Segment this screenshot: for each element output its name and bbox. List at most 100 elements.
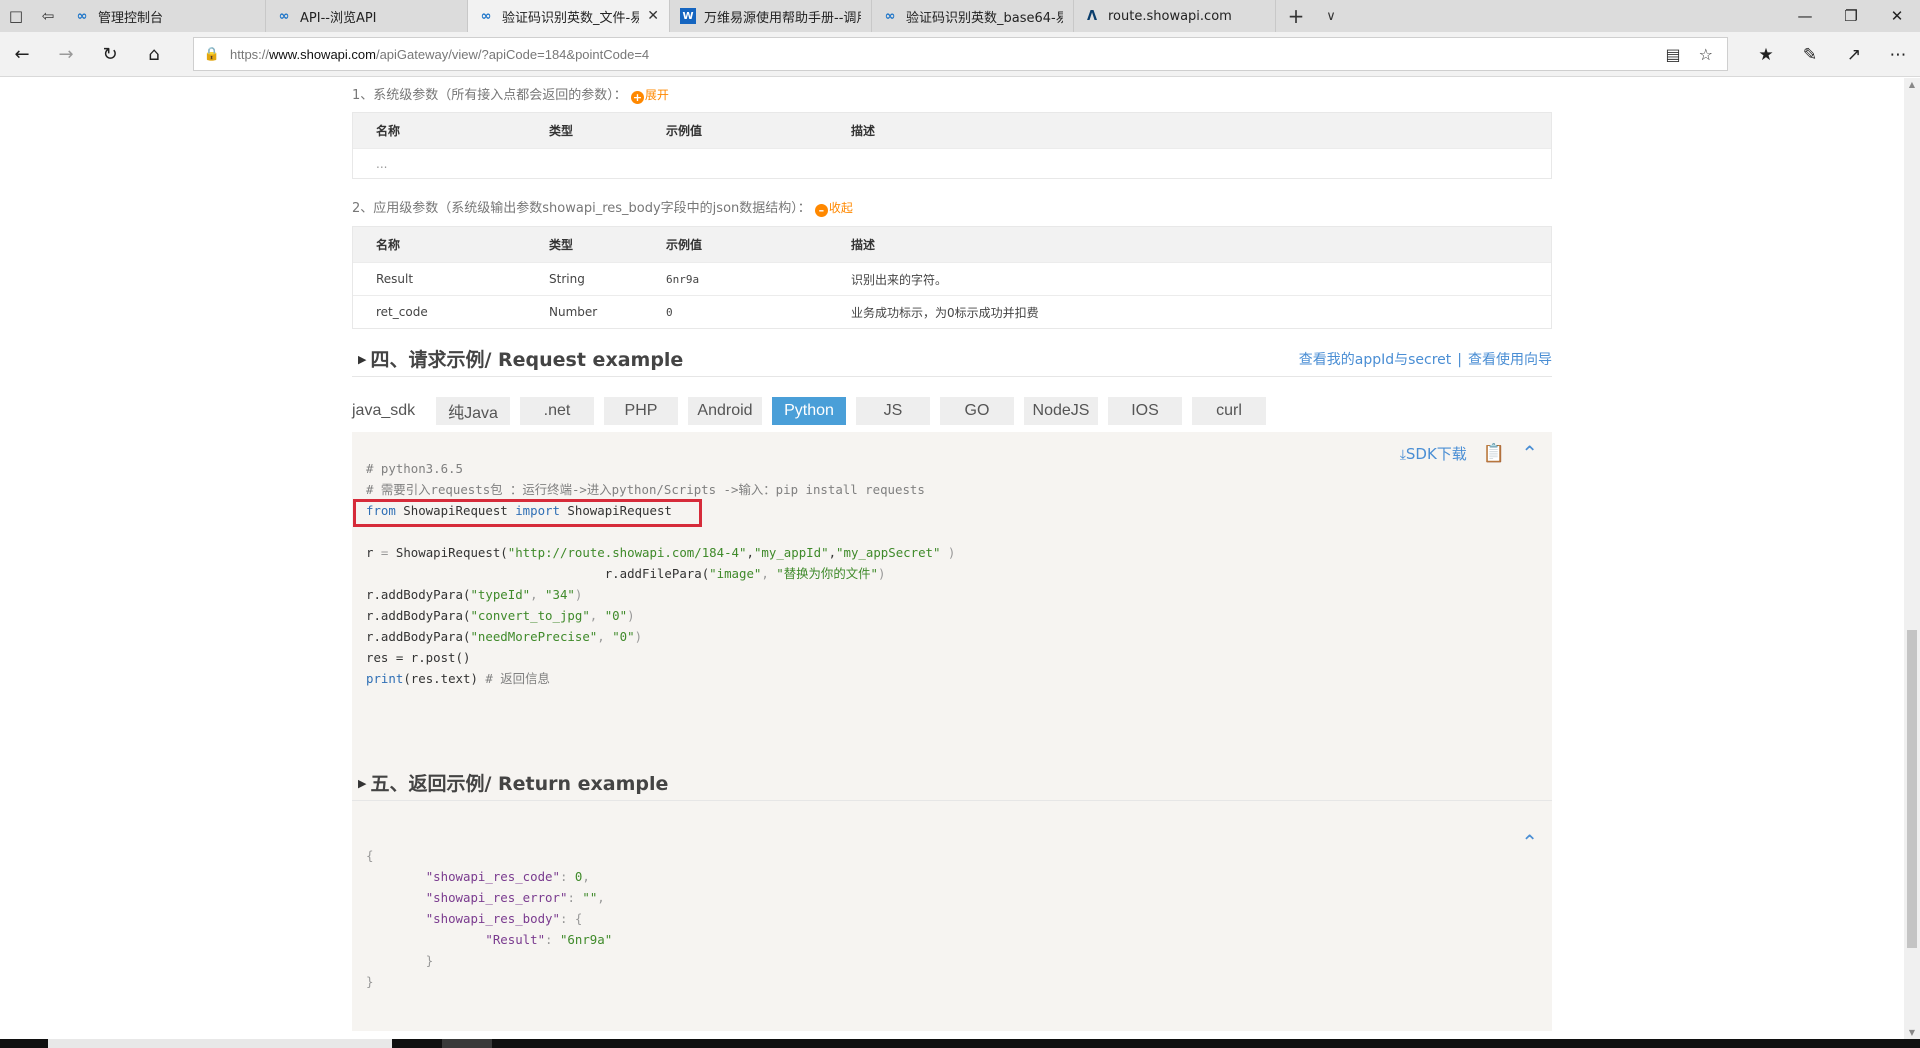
infinity-icon: ∞	[480, 8, 492, 24]
sdk-download-button[interactable]: ⤓SDK下载	[1400, 443, 1467, 464]
request-example-title[interactable]: ▶ 四、请求示例/ Request example	[358, 345, 683, 372]
python-code: # python3.6.5 # 需要引入requests包 ：运行终端->进入p…	[366, 461, 956, 686]
cell-name: ret_code	[376, 305, 428, 319]
infinity-icon: ∞	[76, 8, 88, 24]
json-key: "showapi_res_code"	[425, 869, 560, 884]
scroll-up-icon[interactable]: ▲	[1904, 80, 1920, 89]
header-desc: 描述	[851, 238, 876, 252]
favorite-star-icon[interactable]: ☆	[1699, 45, 1713, 64]
url-field[interactable]: 🔒 https://www.showapi.com/apiGateway/vie…	[193, 37, 1728, 71]
scroll-down-icon[interactable]: ▼	[1904, 1028, 1920, 1037]
browser-tab-title: API--浏览API	[300, 10, 377, 26]
refresh-icon[interactable]: ↻	[88, 32, 132, 77]
tab-java-sdk[interactable]: java_sdk	[352, 397, 426, 425]
scrollbar-thumb[interactable]	[1907, 630, 1917, 948]
code-comment: # 需要引入requests包 ：运行终端->进入python/Scripts …	[366, 482, 925, 497]
code-string: "my_appSecret"	[836, 545, 941, 560]
tab-pure-java[interactable]: 纯Java	[436, 397, 510, 425]
return-example-title[interactable]: ▶ 五、返回示例/ Return example	[358, 769, 668, 796]
web-note-icon[interactable]: ✎	[1788, 32, 1832, 77]
code-args: (res.text)	[403, 671, 486, 686]
system-params-heading: 1、系统级参数（所有接入点都会返回的参数）： + 展开	[352, 84, 669, 104]
taskbar-item[interactable]	[442, 1039, 492, 1048]
tab-android[interactable]: Android	[688, 397, 762, 425]
code-string: "convert_to_jpg"	[470, 608, 590, 623]
browser-tab-title: 验证码识别英数_base64-易	[906, 10, 1063, 26]
browser-tab-active[interactable]: ∞ 验证码识别英数_文件-易 ✕	[468, 0, 670, 32]
code-call: r.addBodyPara(	[366, 587, 471, 602]
collapse-double-chevron-icon[interactable]: ⌃	[1521, 830, 1538, 854]
app-params-heading: 2、应用级参数（系统级输出参数showapi_res_body字段中的json数…	[352, 197, 853, 217]
table-header: 名称 类型 示例值 描述	[353, 227, 1551, 262]
view-guide-link[interactable]: 查看使用向导	[1468, 352, 1552, 368]
code-comma: ,	[828, 545, 837, 560]
restore-icon[interactable]: ❐	[1828, 0, 1874, 32]
json-value: ""	[582, 890, 598, 905]
home-icon[interactable]: ⌂	[132, 32, 176, 77]
favorites-hub-icon[interactable]: ★	[1744, 32, 1788, 77]
new-tab-button[interactable]: +	[1276, 0, 1316, 32]
json-brace: }	[366, 974, 374, 989]
close-tab-icon[interactable]: ✕	[647, 8, 659, 24]
browser-tab[interactable]: W 万维易源使用帮助手册--调用	[670, 0, 872, 32]
tab-go[interactable]: GO	[940, 397, 1014, 425]
code-keyword: print	[366, 671, 404, 686]
system-params-table: 名称 类型 示例值 描述 ...	[352, 112, 1552, 179]
taskbar-search[interactable]	[48, 1039, 392, 1048]
code-call: r.addFilePara(	[604, 566, 710, 581]
collapse-toggle[interactable]: – 收起	[814, 201, 853, 217]
tab-curl[interactable]: curl	[1192, 397, 1266, 425]
url-path: /apiGateway/view/?apiCode=184&pointCode=…	[375, 46, 650, 62]
cell-type: Number	[549, 305, 598, 319]
expand-toggle[interactable]: + 展开	[630, 88, 669, 104]
address-bar: ← → ↻ ⌂ 🔒 https://www.showapi.com/apiGat…	[0, 32, 1920, 77]
vertical-scrollbar[interactable]: ▲ ▼	[1904, 78, 1920, 1039]
collapse-label: 收起	[828, 201, 853, 215]
share-icon[interactable]: ↗	[1832, 32, 1876, 77]
table-row: Result String 6nr9a 识别出来的字符。	[353, 262, 1551, 295]
header-type: 类型	[549, 124, 574, 138]
table-row: ret_code Number 0 业务成功标示，为0标示成功并扣费	[353, 295, 1551, 328]
set-aside-tabs-icon[interactable]: ⇦	[32, 0, 64, 32]
view-appid-secret-link[interactable]: 查看我的appId与secret	[1299, 352, 1452, 368]
return-example-section: ▶ 五、返回示例/ Return example	[352, 765, 1552, 801]
cell-type: String	[549, 272, 585, 286]
request-example-section: ▶ 四、请求示例/ Request example 查看我的appId与secre…	[352, 341, 1552, 377]
reading-view-icon[interactable]: ▤	[1666, 45, 1681, 64]
json-value: "6nr9a"	[559, 932, 613, 947]
tab-php[interactable]: PHP	[604, 397, 678, 425]
browser-tab[interactable]: ∞ API--浏览API	[266, 0, 468, 32]
code-op: =	[373, 545, 396, 560]
highlight-box	[353, 499, 702, 527]
minimize-icon[interactable]: —	[1782, 0, 1828, 32]
code-string: "34"	[545, 587, 575, 602]
back-icon[interactable]: ←	[0, 32, 44, 77]
browser-tab[interactable]: ∞ 管理控制台	[64, 0, 266, 32]
code-string: "0"	[604, 608, 628, 623]
more-menu-icon[interactable]: ⋯	[1876, 32, 1920, 77]
cell-example: 0	[666, 305, 673, 319]
tab-nodejs[interactable]: NodeJS	[1024, 397, 1098, 425]
tab-list-chevron-icon[interactable]: ∨	[1316, 0, 1346, 32]
browser-tab[interactable]: Λ route.showapi.com	[1074, 0, 1276, 32]
copy-icon[interactable]: 📋	[1483, 443, 1505, 464]
tab-js[interactable]: JS	[856, 397, 930, 425]
collapse-double-chevron-icon[interactable]: ⌃	[1521, 441, 1538, 465]
code-string: "my_appId"	[753, 545, 829, 560]
url-host: www.showapi.com	[269, 46, 376, 62]
tab-ios[interactable]: IOS	[1108, 397, 1182, 425]
json-brace: }	[425, 953, 434, 968]
tab-python[interactable]: Python	[772, 397, 846, 425]
code-line: res = r.post()	[366, 650, 471, 665]
browser-tab[interactable]: ∞ 验证码识别英数_base64-易	[872, 0, 1074, 32]
json-key: "showapi_res_body"	[425, 911, 560, 926]
json-code: { "showapi_res_code": 0, "showapi_res_er…	[366, 848, 613, 989]
tab-manager-icon[interactable]: □	[0, 0, 32, 32]
infinity-icon: ∞	[278, 8, 290, 24]
code-comma: ,	[746, 545, 754, 560]
forward-icon[interactable]: →	[44, 32, 88, 77]
tab-dotnet[interactable]: .net	[520, 397, 594, 425]
app-params-table: 名称 类型 示例值 描述 Result String 6nr9a 识别出来的字符…	[352, 226, 1552, 329]
close-window-icon[interactable]: ✕	[1874, 0, 1920, 32]
request-example-title-text: 四、请求示例/ Request example	[370, 349, 684, 371]
